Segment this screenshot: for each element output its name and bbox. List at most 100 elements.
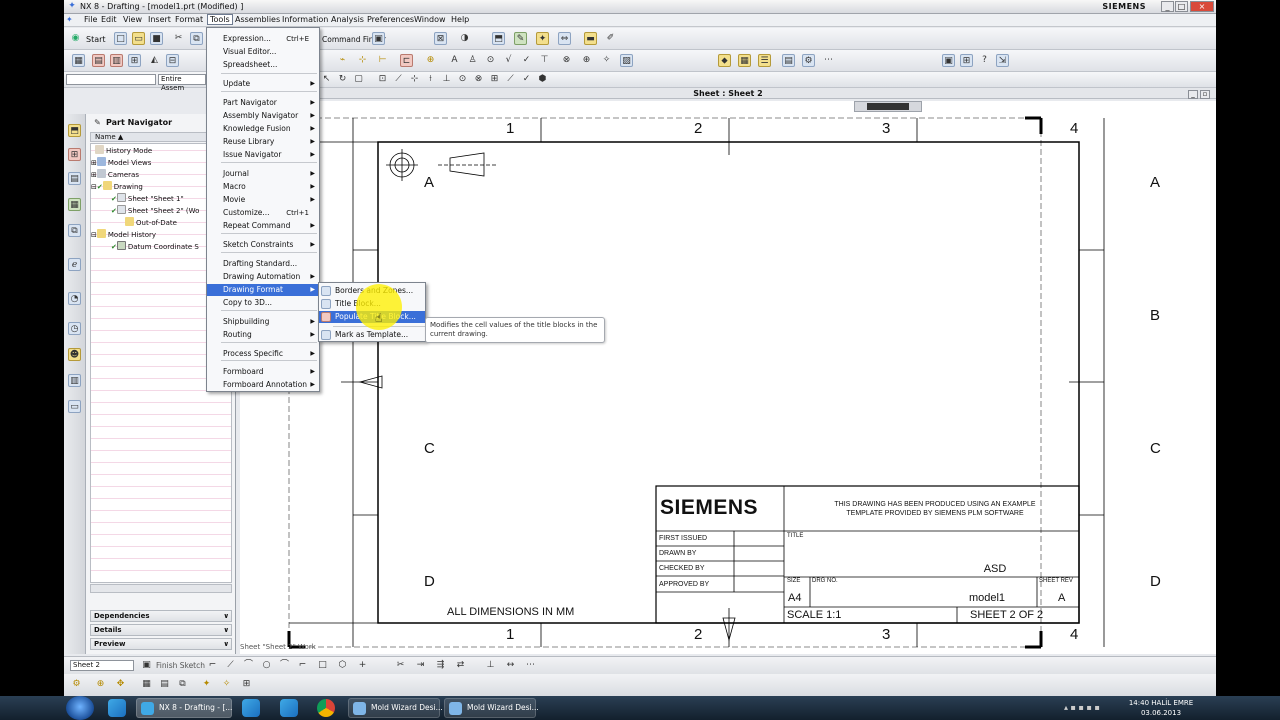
tools-menu-item[interactable]: Customize... Ctrl+1	[207, 207, 319, 219]
assembly-navigator-icon[interactable]: ⬒	[68, 124, 81, 137]
layer-icon[interactable]: ⬒	[492, 32, 505, 45]
sheet-select[interactable]: Sheet 2	[70, 660, 134, 671]
grid-toggle-icon[interactable]: ⊞	[240, 678, 253, 691]
hd3d-tools-icon[interactable]: ⧉	[68, 224, 81, 237]
fillet-icon[interactable]: ⌒	[278, 659, 291, 672]
tree-item[interactable]: ⊟ Model History	[91, 229, 156, 241]
nx-quicklaunch-icon[interactable]	[108, 699, 126, 717]
window-icon[interactable]: ▣	[942, 54, 955, 67]
tray-icons[interactable]: ▴ ▪ ▪ ▪ ▪	[1064, 703, 1100, 712]
copy-layer-icon[interactable]: ⧉	[176, 678, 189, 691]
snap-quad-icon[interactable]: ⊗	[472, 73, 485, 86]
tree-item[interactable]: ✔ Datum Coordinate S	[111, 241, 199, 253]
tools-menu-item[interactable]: Drawing Automation ▶	[207, 271, 319, 283]
new-sheet-icon[interactable]: ▦	[72, 54, 85, 67]
tools-menu-item[interactable]: Reuse Library ▶	[207, 136, 319, 148]
measure-angle-icon[interactable]: ✧	[220, 678, 233, 691]
note-icon[interactable]: A	[448, 54, 461, 67]
zoom-icon[interactable]: ⊙	[484, 54, 497, 67]
snap-end-icon[interactable]: ⟊	[424, 73, 437, 86]
menu-file[interactable]: File	[84, 15, 97, 24]
preview-section[interactable]: Preview ∨	[90, 638, 232, 650]
help-icon[interactable]: ?	[978, 54, 991, 67]
sketch-icon[interactable]: ⌁	[336, 54, 349, 67]
tools-menu-item[interactable]: Update ▶	[207, 78, 319, 90]
profile-icon[interactable]: ⌐	[206, 659, 219, 672]
layout-icon[interactable]: ⊞	[960, 54, 973, 67]
maximize-button[interactable]: □	[1175, 1, 1188, 12]
break-view-icon[interactable]: ⊟	[166, 54, 179, 67]
settings-icon[interactable]: ⚙	[802, 54, 815, 67]
base-view-icon[interactable]: ▤	[92, 54, 105, 67]
target-icon[interactable]: ⊗	[560, 54, 573, 67]
menu-tools[interactable]: Tools	[207, 14, 233, 25]
line-icon[interactable]: ⟋	[224, 659, 237, 672]
menu-assemblies[interactable]: Assemblies	[235, 15, 280, 24]
constraint-navigator-icon[interactable]: ⊞	[68, 148, 81, 161]
nx-quicklaunch-icon-3[interactable]	[280, 699, 298, 717]
fit-icon[interactable]: ⊠	[434, 32, 447, 45]
wrench-icon[interactable]: ✎	[514, 32, 527, 45]
mark-as-template-item[interactable]: Mark as Template...	[319, 329, 425, 341]
tools-menu-item[interactable]: Routing ▶	[207, 329, 319, 341]
tools-menu-item[interactable]: Visual Editor...	[207, 46, 319, 58]
menu-information[interactable]: Information	[282, 15, 328, 24]
section-view-icon[interactable]: ◭	[148, 54, 161, 67]
export-icon[interactable]: ⇲	[996, 54, 1009, 67]
view-icon[interactable]: ▣	[372, 32, 385, 45]
table-icon[interactable]: ▦	[738, 54, 751, 67]
tools-menu-item[interactable]: Macro ▶	[207, 181, 319, 193]
menu-view[interactable]: View	[123, 15, 142, 24]
snap-intersect-icon[interactable]: ✓	[520, 73, 533, 86]
sheet-scroller[interactable]	[854, 101, 922, 112]
tools-menu-item[interactable]: Knowledge Fusion ▶	[207, 123, 319, 135]
measure-distance-icon[interactable]: ✦	[200, 678, 213, 691]
weld-icon[interactable]: ✓	[520, 54, 533, 67]
parts-list-icon[interactable]: ☰	[758, 54, 771, 67]
finish-sketch-icon[interactable]: ▣	[140, 659, 153, 672]
snap-settings-icon[interactable]: ⚙	[70, 678, 83, 691]
image-icon[interactable]: ▨	[620, 54, 633, 67]
layer-settings-icon[interactable]: ▦	[140, 678, 153, 691]
datum-icon[interactable]: ⊤	[538, 54, 551, 67]
snap-mid-icon[interactable]: ⊹	[408, 73, 421, 86]
windows-start-button[interactable]	[66, 696, 94, 720]
snap-all-icon[interactable]: ⬢	[536, 73, 549, 86]
tools-menu-item[interactable]: Journal ▶	[207, 168, 319, 180]
menu-analysis[interactable]: Analysis	[331, 15, 364, 24]
render-icon[interactable]: ◑	[458, 32, 471, 45]
open-icon[interactable]: ▭	[132, 32, 145, 45]
extend-icon[interactable]: ⇥	[414, 659, 427, 672]
tools-menu-item[interactable]: Formboard Annotation ▶	[207, 379, 319, 391]
roles-icon[interactable]: ☻	[68, 348, 81, 361]
palette-icon[interactable]: ▭	[68, 400, 81, 413]
reuse-library-icon[interactable]: ▦	[68, 198, 81, 211]
projected-view-icon[interactable]: ▥	[110, 54, 123, 67]
task-nx[interactable]: NX 8 - Drafting - [...	[136, 698, 232, 718]
chrome-icon[interactable]	[317, 699, 335, 717]
details-section[interactable]: Details ∨	[90, 624, 232, 636]
leader-icon[interactable]: ♙	[466, 54, 479, 67]
tree-item[interactable]: ⊟✔ Drawing	[91, 181, 143, 193]
finish-sketch-button[interactable]: Finish Sketch	[156, 661, 205, 670]
snap-line-icon[interactable]: ⟋	[392, 73, 405, 86]
task-mold-wizard-1[interactable]: Mold Wizard Desi...	[348, 698, 443, 718]
system-clock[interactable]: 14:40 HALİL EMRE 03.06.2013	[1126, 698, 1196, 718]
arrows-icon[interactable]: ⇔	[558, 32, 571, 45]
ruler-icon[interactable]: ▬	[584, 32, 597, 45]
csys-icon[interactable]: ⊕	[94, 678, 107, 691]
tools-menu-item[interactable]: Expression... Ctrl+E	[207, 33, 319, 45]
nx-quicklaunch-icon-2[interactable]	[242, 699, 260, 717]
tree-item[interactable]: ⊞ Model Views	[91, 157, 151, 169]
tools-menu-item[interactable]: Part Navigator ▶	[207, 97, 319, 109]
snap-point-icon[interactable]: ⊞	[488, 73, 501, 86]
tools-menu-item[interactable]: Drafting Standard...	[207, 258, 319, 270]
rectangle-icon[interactable]: □	[316, 659, 329, 672]
graphics-window[interactable]: 1 2 3 4 1 2 3 4 A C D A B C D ALL DIMENS…	[240, 101, 1216, 654]
trim-icon[interactable]: ✂	[394, 659, 407, 672]
crosshair-icon[interactable]: ⊹	[356, 54, 369, 67]
history-palette-icon[interactable]: ◔	[68, 292, 81, 305]
tools-menu-item[interactable]: Shipbuilding ▶	[207, 316, 319, 328]
move-layer-icon[interactable]: ▤	[158, 678, 171, 691]
sheet-minimize-button[interactable]: _	[1188, 90, 1198, 99]
